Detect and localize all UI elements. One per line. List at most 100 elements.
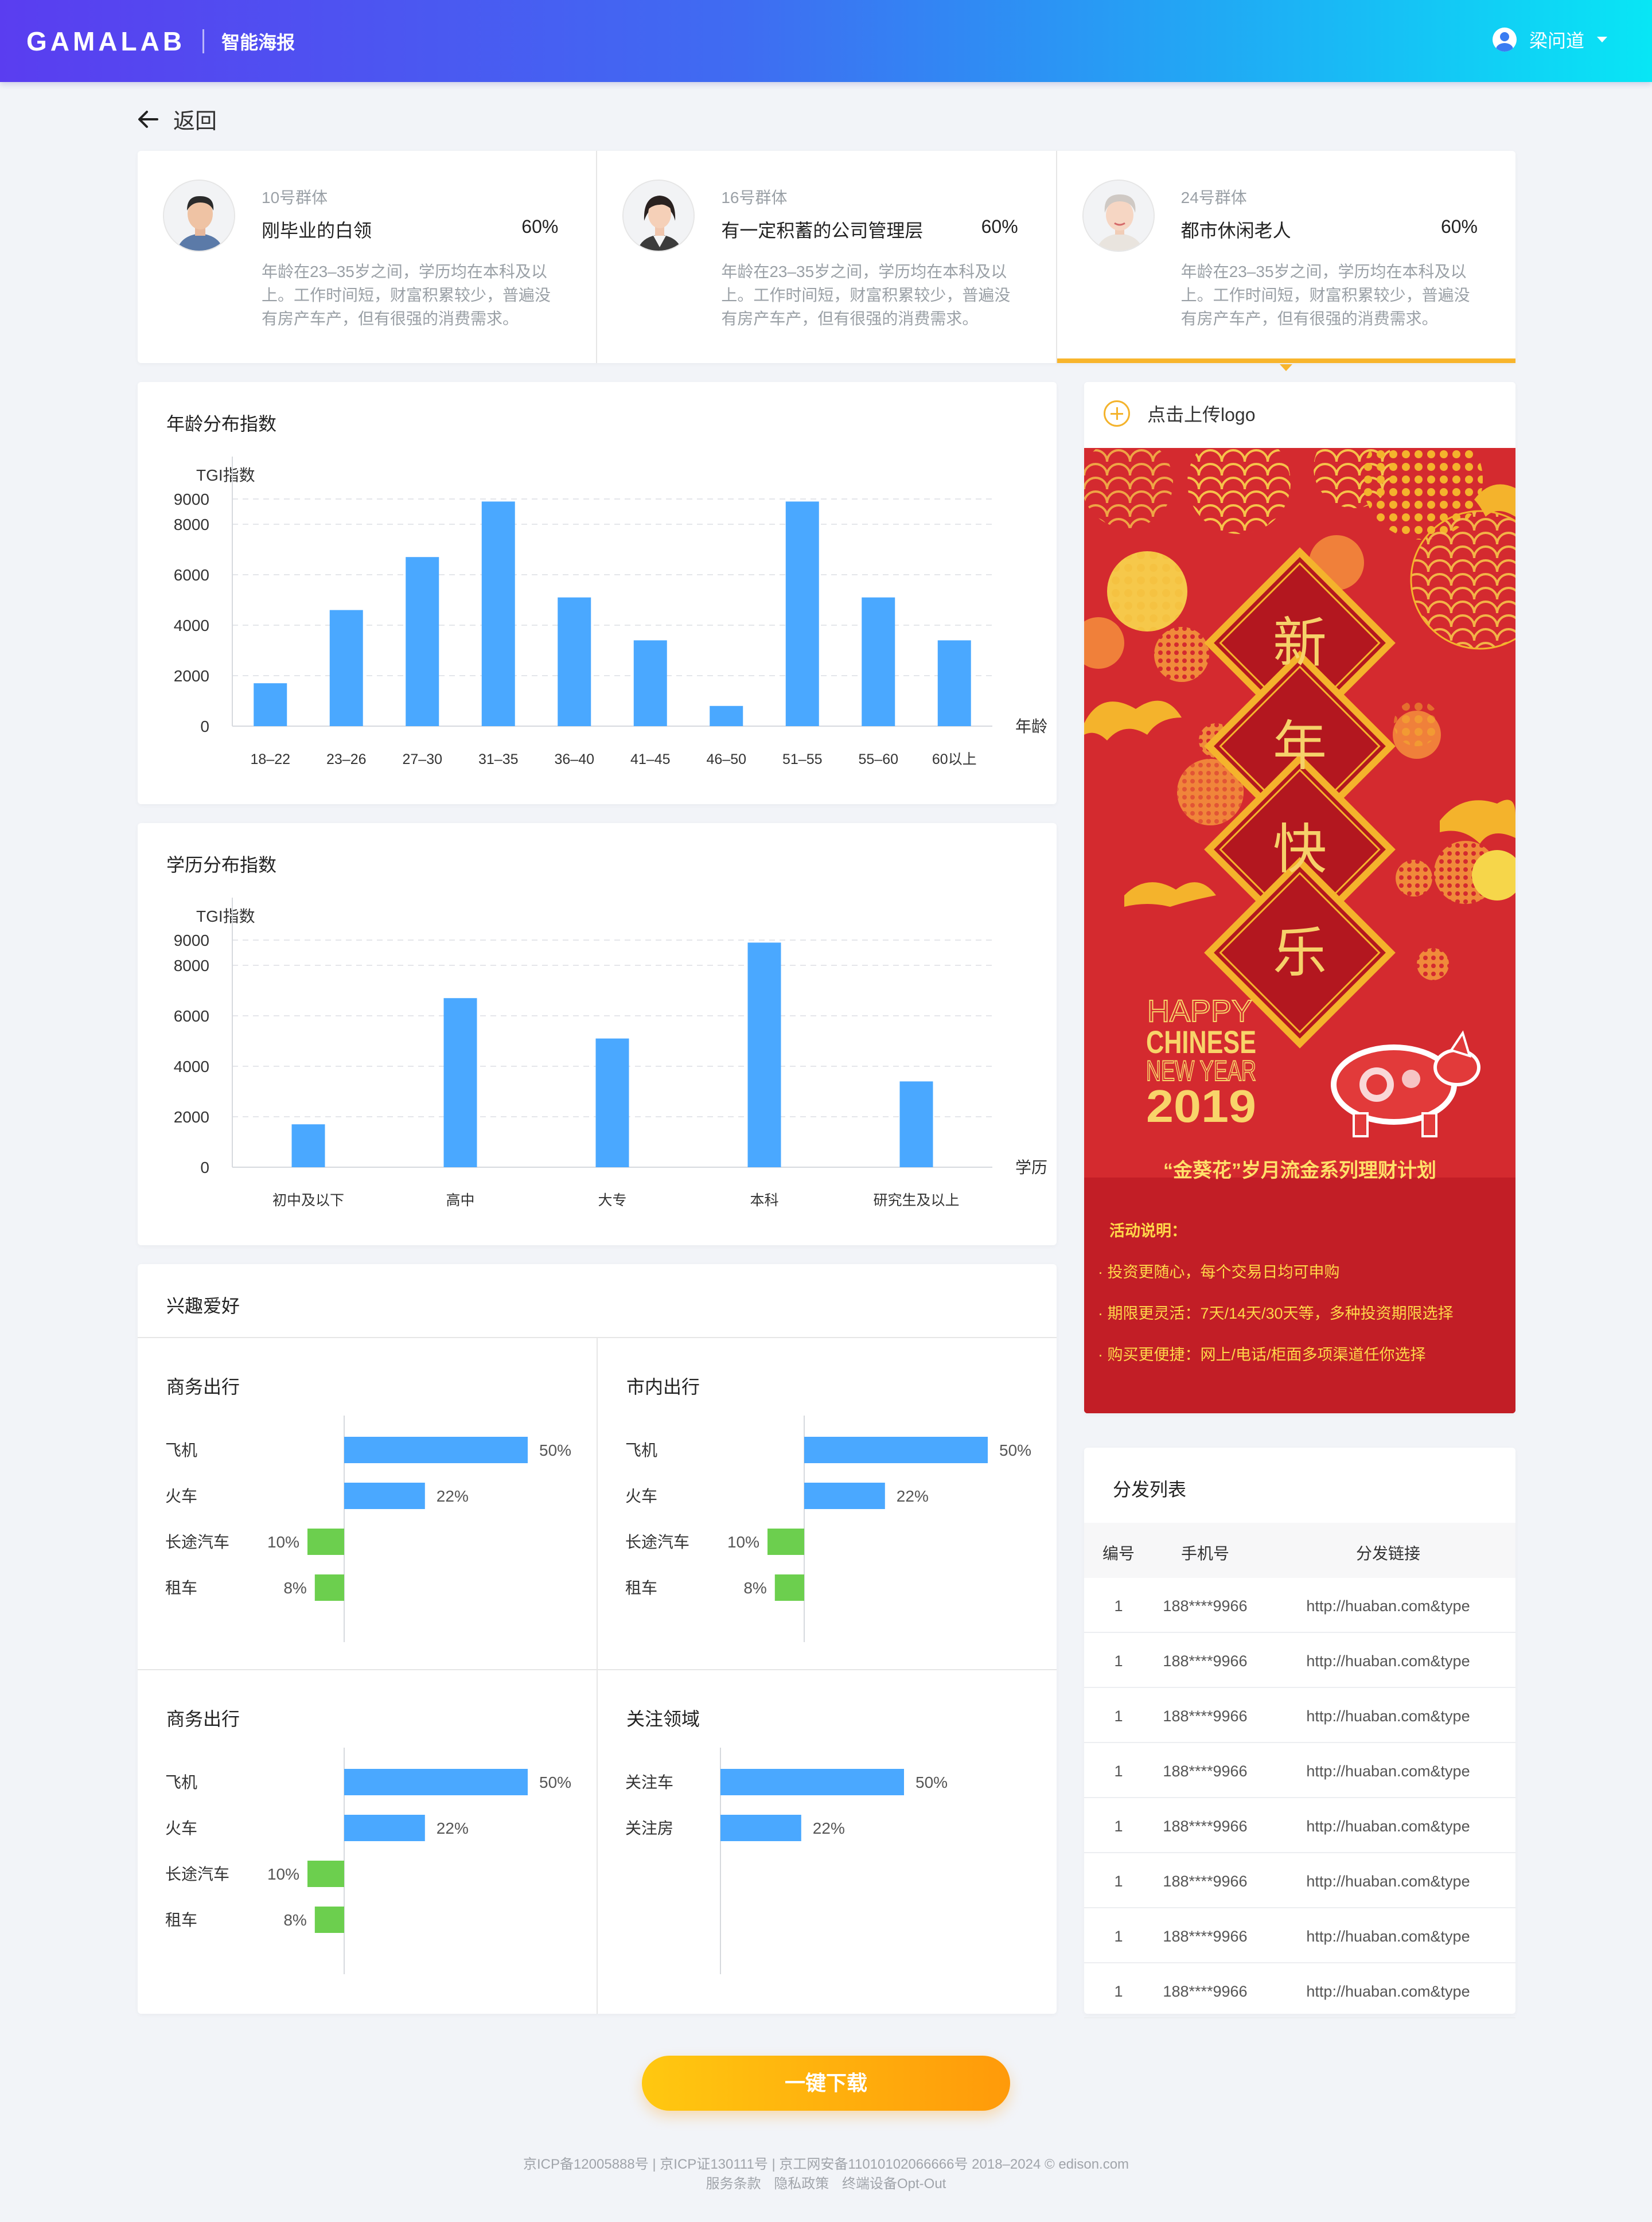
bar [344, 1769, 528, 1795]
y-tick-label: 6000 [174, 1007, 209, 1025]
table-row[interactable]: 1 188****9966 http://huaban.com&type [1084, 1963, 1515, 2018]
group-description: 年龄在23–35岁之间，学历均在本科及以上。工作时间短，财富积累较少，普遍没有房… [262, 263, 551, 328]
column-header-link: 分发链接 [1355, 1545, 1420, 1562]
value-label: 50% [539, 1773, 571, 1791]
bar [804, 1437, 988, 1463]
cell-number: 1 [1114, 1708, 1123, 1725]
poster-happy: HAPPY [1147, 994, 1252, 1028]
upload-logo-label: 点击上传logo [1147, 404, 1256, 425]
group-number: 24号群体 [1180, 189, 1247, 206]
poster-activity-item: · 期限更灵活：7天/14天/30天等，多种投资期限选择 [1098, 1305, 1454, 1322]
value-label: 50% [915, 1773, 948, 1791]
y-tick-label: 0 [200, 718, 209, 735]
footer-link-terms[interactable]: 服务条款 [706, 2176, 761, 2192]
bar [558, 597, 591, 726]
cell-link[interactable]: http://huaban.com&type [1273, 1708, 1503, 1725]
group-number: 10号群体 [262, 189, 328, 206]
age-bar-chart: TGI指数 0 2000 4000 6000 8000 9000 18–22 23–26 27–3… [174, 457, 1047, 767]
category-label: 租车 [165, 1911, 197, 1929]
persona-card[interactable]: 16号群体 有一定积蓄的公司管理层 60% 年龄在23–35岁之间，学历均在本科… [596, 151, 1055, 363]
y-axis-label: TGI指数 [196, 907, 255, 925]
persona-card[interactable]: 10号群体 刚毕业的白领 60% 年龄在23–35岁之间，学历均在本科及以上。工… [138, 151, 596, 363]
x-tick-label: 23–26 [326, 751, 367, 767]
value-label: 22% [897, 1487, 929, 1505]
table-row[interactable]: 1 188****9966 http://huaban.com&type [1084, 1853, 1515, 1908]
bar [314, 1907, 344, 1933]
category-label: 租车 [165, 1579, 197, 1597]
persona-card-selected[interactable]: 24号群体 都市休闲老人 60% 年龄在23–35岁之间，学历均在本科及以上。工… [1055, 151, 1516, 371]
add-circle-icon [1104, 400, 1130, 427]
cell-number: 1 [1114, 1928, 1123, 1945]
value-label: 10% [267, 1533, 299, 1551]
cell-phone: 188****9966 [1163, 1928, 1248, 1945]
poster-char: 乐 [1273, 922, 1327, 984]
cell-link[interactable]: http://huaban.com&type [1273, 1873, 1503, 1890]
bar [307, 1861, 344, 1887]
logo[interactable]: GAMALAB 智能海报 [26, 25, 295, 57]
cell-number: 1 [1114, 1818, 1123, 1835]
table-row[interactable]: 1 188****9966 http://huaban.com&type [1084, 1743, 1515, 1798]
x-tick-label: 研究生及以上 [873, 1192, 959, 1209]
table-row[interactable]: 1 188****9966 http://huaban.com&type [1084, 1798, 1515, 1853]
upload-logo-button[interactable]: 点击上传logo [1104, 400, 1256, 427]
user-menu[interactable]: 梁问道 [1492, 26, 1607, 53]
x-tick-label: 31–35 [478, 751, 519, 767]
y-tick-label: 2000 [174, 667, 209, 685]
cell-link[interactable]: http://huaban.com&type [1273, 1597, 1503, 1615]
group-percent: 60% [1440, 216, 1478, 237]
bar [329, 610, 363, 726]
interest-panel: 商务出行 飞机 50% 火车 22% 长途汽车 10% 租车 8% [138, 1338, 597, 1671]
bar [291, 1124, 325, 1167]
y-tick-label: 6000 [174, 566, 209, 584]
bar [314, 1574, 344, 1601]
category-label: 长途汽车 [165, 1865, 229, 1883]
distribution-title: 分发列表 [1113, 1479, 1187, 1500]
cell-phone: 188****9966 [1163, 1983, 1248, 2000]
poster-char: 快 [1273, 818, 1327, 881]
interests-title: 兴趣爱好 [166, 1296, 240, 1316]
footer-link-opt-out[interactable]: 终端设备Opt-Out [842, 2176, 946, 2192]
bar [595, 1038, 629, 1167]
avatar [1082, 180, 1155, 252]
table-row[interactable]: 1 188****9966 http://huaban.com&type [1084, 1908, 1515, 1963]
y-tick-label: 0 [200, 1159, 209, 1176]
cell-link[interactable]: http://huaban.com&type [1273, 1652, 1503, 1670]
cell-number: 1 [1114, 1597, 1123, 1615]
bar [785, 501, 819, 726]
bar [481, 501, 515, 726]
category-label: 关注房 [625, 1819, 673, 1837]
poster-image[interactable]: 新 年 快 乐 HAPPY CHINESE NEW YEAR 2019 “金葵花… [1084, 448, 1515, 1413]
download-all-button[interactable]: 一键下载 [642, 2056, 1010, 2111]
cell-link[interactable]: http://huaban.com&type [1273, 1983, 1503, 2001]
x-tick-label: 41–45 [630, 751, 671, 767]
y-tick-label: 9000 [174, 931, 209, 949]
column-header-number: 编号 [1102, 1545, 1135, 1562]
horizontal-bar-chart: 飞机 50% 火车 22% 长途汽车 10% 租车 8% [625, 1416, 1031, 1642]
back-button[interactable]: 返回 [138, 103, 217, 135]
value-label: 50% [539, 1441, 571, 1459]
category-label: 飞机 [165, 1441, 197, 1459]
value-label: 22% [437, 1487, 469, 1505]
footer-link-privacy[interactable]: 隐私政策 [774, 2176, 829, 2192]
cell-link[interactable]: http://huaban.com&type [1273, 1928, 1503, 1946]
table-row[interactable]: 1 188****9966 http://huaban.com&type [1084, 1633, 1515, 1688]
bar [307, 1529, 344, 1555]
arrow-left-icon [138, 110, 158, 128]
cell-phone: 188****9966 [1163, 1652, 1248, 1670]
poster-activity-item: · 购买更便捷：网上/电话/柜面多项渠道任你选择 [1098, 1346, 1426, 1363]
value-label: 22% [437, 1819, 469, 1837]
product-name: 智能海报 [221, 32, 295, 53]
table-row[interactable]: 1 188****9966 http://huaban.com&type [1084, 1578, 1515, 1633]
cell-link[interactable]: http://huaban.com&type [1273, 1818, 1503, 1835]
table-row[interactable]: 1 188****9966 http://huaban.com&type [1084, 1688, 1515, 1743]
category-label: 火车 [165, 1487, 197, 1505]
x-axis-label: 年龄 [1015, 718, 1047, 735]
x-tick-label: 60以上 [932, 751, 977, 767]
poster-activity-title: 活动说明： [1109, 1222, 1187, 1239]
logo-divider [202, 29, 205, 53]
bar [254, 683, 287, 726]
x-tick-label: 大专 [598, 1192, 626, 1209]
cell-link[interactable]: http://huaban.com&type [1273, 1763, 1503, 1780]
category-label: 火车 [625, 1487, 657, 1505]
horizontal-bar-chart: 飞机 50% 火车 22% 长途汽车 10% 租车 8% [165, 1748, 571, 1974]
